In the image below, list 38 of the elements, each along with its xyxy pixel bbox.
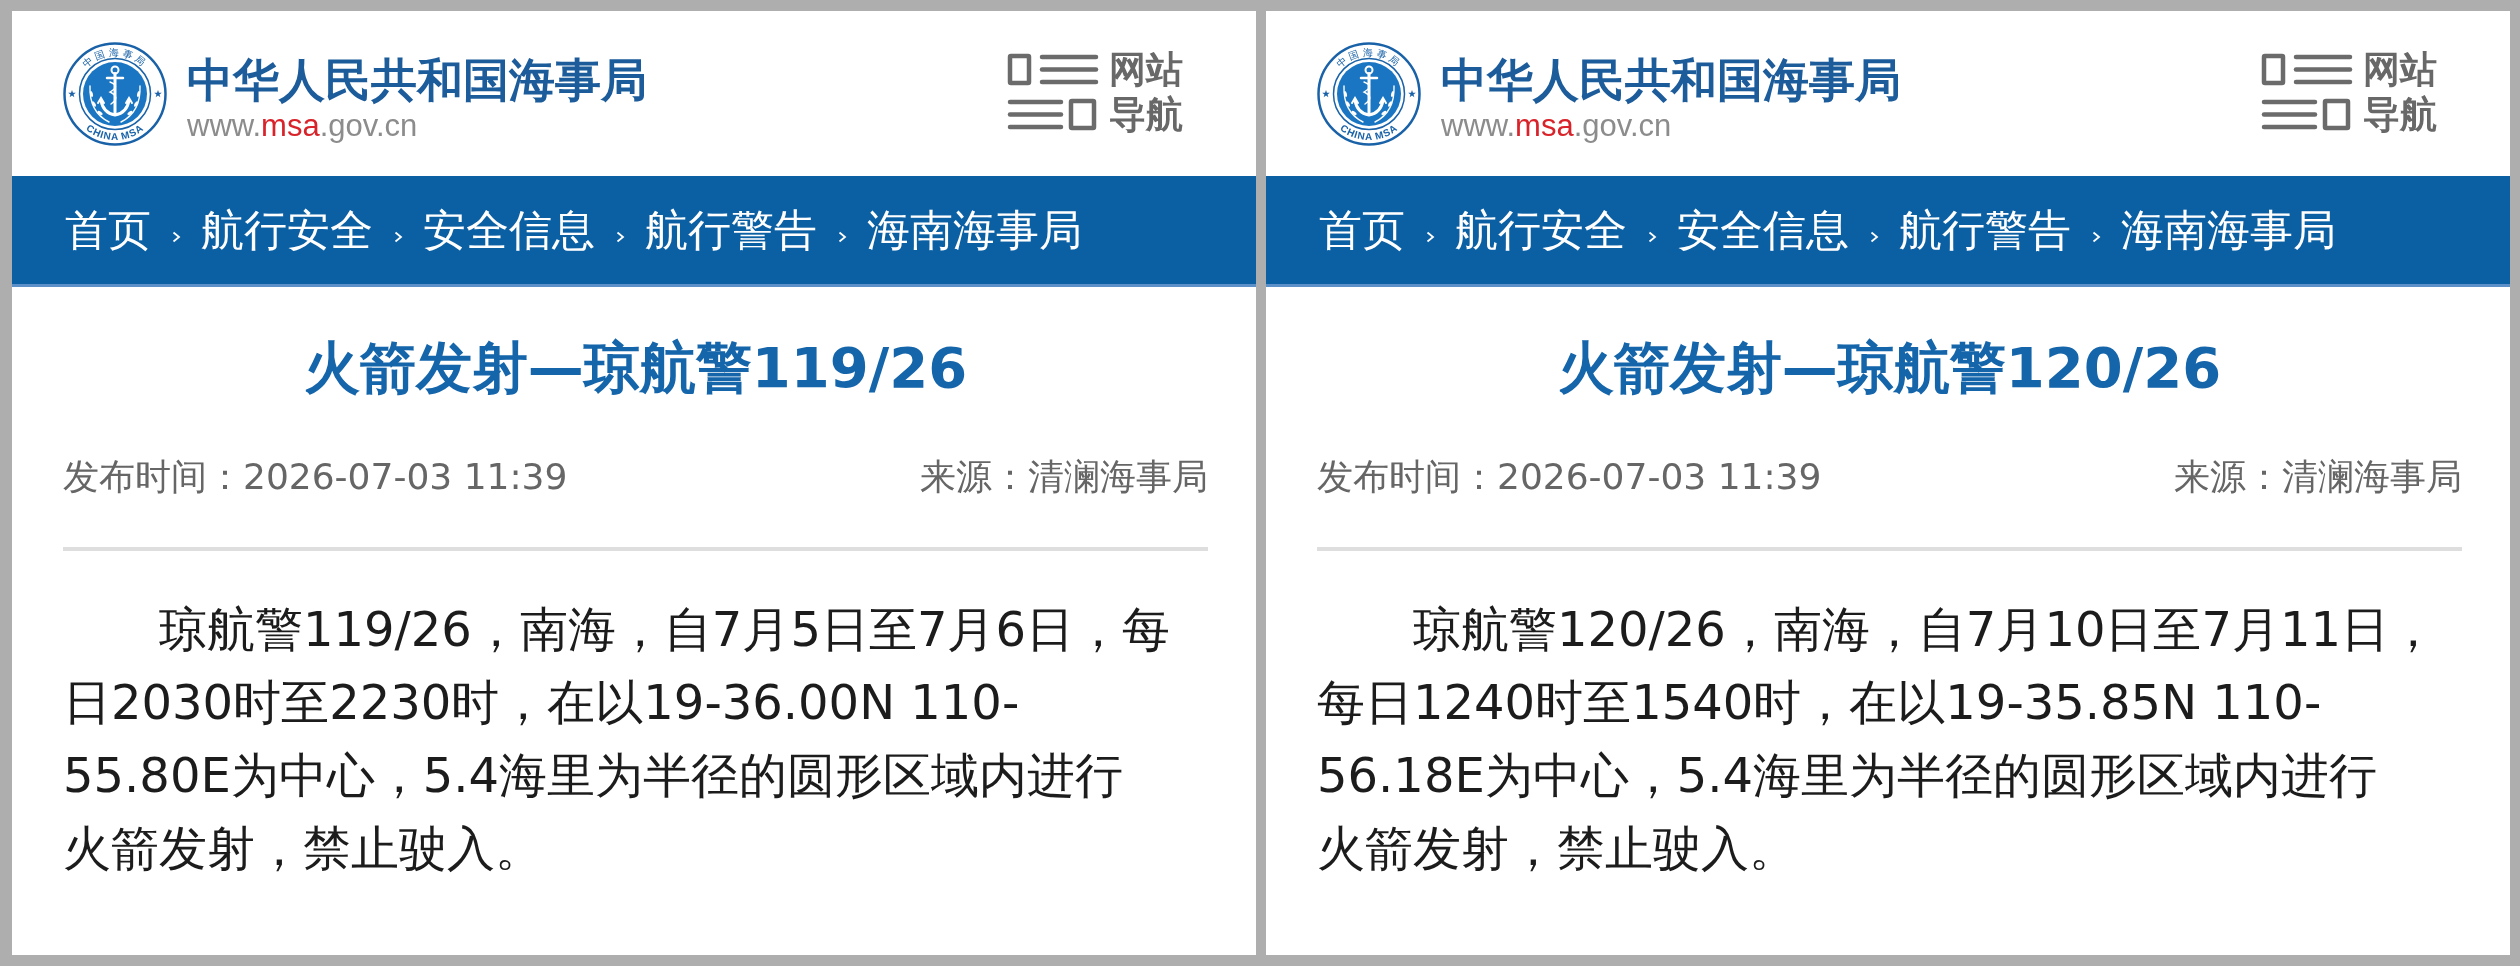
emblem-text: CHINA MSA — [1338, 121, 1400, 142]
source-text: 来源：清澜海事局 — [920, 455, 1208, 499]
article-body: 琼航警119/26，南海，自7月5日至7月6日，每 日2030时至2230时，在以19-36.00N 110- 55.80E为中心，5.4海里为半径的圆形区域内进行 火箭发射，禁止驶入。 — [63, 600, 1172, 878]
breadcrumb-link[interactable]: 航行安全 — [201, 203, 373, 257]
site-name: 中华人民共和国海事局 — [1441, 52, 1901, 107]
chevron-right-icon — [1870, 231, 1879, 243]
breadcrumb-link[interactable]: 首页 — [1319, 203, 1405, 257]
article-title: 火箭发射—琼航警119/26 — [302, 334, 969, 402]
emblem-text: 中国海事局 — [1334, 46, 1404, 70]
breadcrumb-link[interactable]: 安全信息 — [1677, 203, 1849, 257]
emblem-text: CHINA MSA — [84, 121, 146, 142]
breadcrumb-link[interactable]: 海南海事局 — [867, 203, 1082, 257]
site-name: 中华人民共和国海事局 — [187, 52, 647, 107]
list-layout-icon — [1007, 51, 1099, 132]
chevron-right-icon — [838, 231, 847, 243]
list-layout-icon — [2261, 51, 2353, 132]
breadcrumb-link[interactable]: 航行安全 — [1455, 203, 1627, 257]
site-url: www.msa.gov.cn — [187, 106, 419, 145]
site-url: www.msa.gov.cn — [1441, 106, 1673, 145]
publish-time: 发布时间：2026-07-03 11:39 — [1317, 455, 1822, 499]
chevron-right-icon — [394, 231, 403, 243]
article-title: 火箭发射—琼航警120/26 — [1556, 334, 2223, 402]
breadcrumb-link[interactable]: 航行警告 — [1899, 203, 2071, 257]
breadcrumb-link[interactable]: 海南海事局 — [2121, 203, 2336, 257]
publish-time: 发布时间：2026-07-03 11:39 — [63, 455, 568, 499]
chevron-right-icon — [2092, 231, 2101, 243]
chevron-right-icon — [172, 231, 181, 243]
site-nav-button[interactable]: 网站导航 — [2261, 46, 2437, 137]
chevron-right-icon — [616, 231, 625, 243]
breadcrumb-link[interactable]: 航行警告 — [645, 203, 817, 257]
breadcrumb-link[interactable]: 首页 — [65, 203, 151, 257]
emblem-text: 中国海事局 — [80, 46, 150, 70]
article-body: 琼航警120/26，南海，自7月10日至7月11日， 每日1240时至1540时，在以19-35.85N 110- 56.18E为中心，5.4海里为半径的圆形区域内进行 火箭发射，禁止驶入。 — [1317, 600, 2439, 878]
chevron-right-icon — [1648, 231, 1657, 243]
source-text: 来源：清澜海事局 — [2174, 455, 2462, 499]
breadcrumb-link[interactable]: 安全信息 — [423, 203, 595, 257]
site-nav-button[interactable]: 网站导航 — [1007, 46, 1183, 137]
chevron-right-icon — [1426, 231, 1435, 243]
